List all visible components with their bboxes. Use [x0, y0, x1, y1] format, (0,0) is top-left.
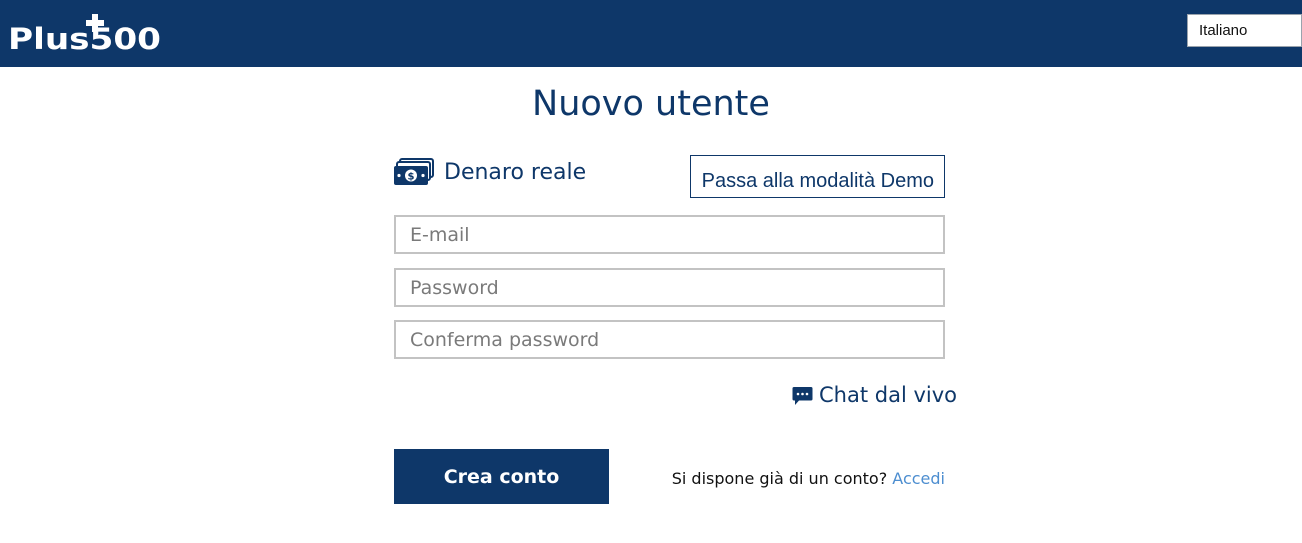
- page-title: Nuovo utente: [532, 84, 770, 124]
- email-field[interactable]: [394, 215, 945, 254]
- chat-icon: [792, 387, 813, 405]
- plus500-logo[interactable]: Plus500: [8, 14, 168, 52]
- login-prompt: Si dispone già di un conto? Accedi: [672, 469, 945, 488]
- mode-row: $ Denaro reale Passa alla modalità Demo: [394, 155, 945, 198]
- language-select[interactable]: Italiano: [1187, 14, 1302, 47]
- login-link[interactable]: Accedi: [892, 469, 945, 488]
- svg-text:$: $: [408, 172, 415, 183]
- login-prompt-text: Si dispone già di un conto?: [671, 469, 888, 488]
- money-icon: $: [394, 158, 434, 185]
- password-field[interactable]: [394, 268, 945, 307]
- real-money-label: Denaro reale: [444, 160, 587, 185]
- switch-demo-button[interactable]: Passa alla modalità Demo: [689, 155, 945, 198]
- logo-text: Plus500: [8, 22, 161, 52]
- live-chat-label: Chat dal vivo: [819, 383, 957, 407]
- top-header: Plus500 Italiano: [0, 0, 1302, 67]
- create-account-button[interactable]: Crea conto: [394, 449, 609, 504]
- confirm-password-field[interactable]: [394, 320, 945, 359]
